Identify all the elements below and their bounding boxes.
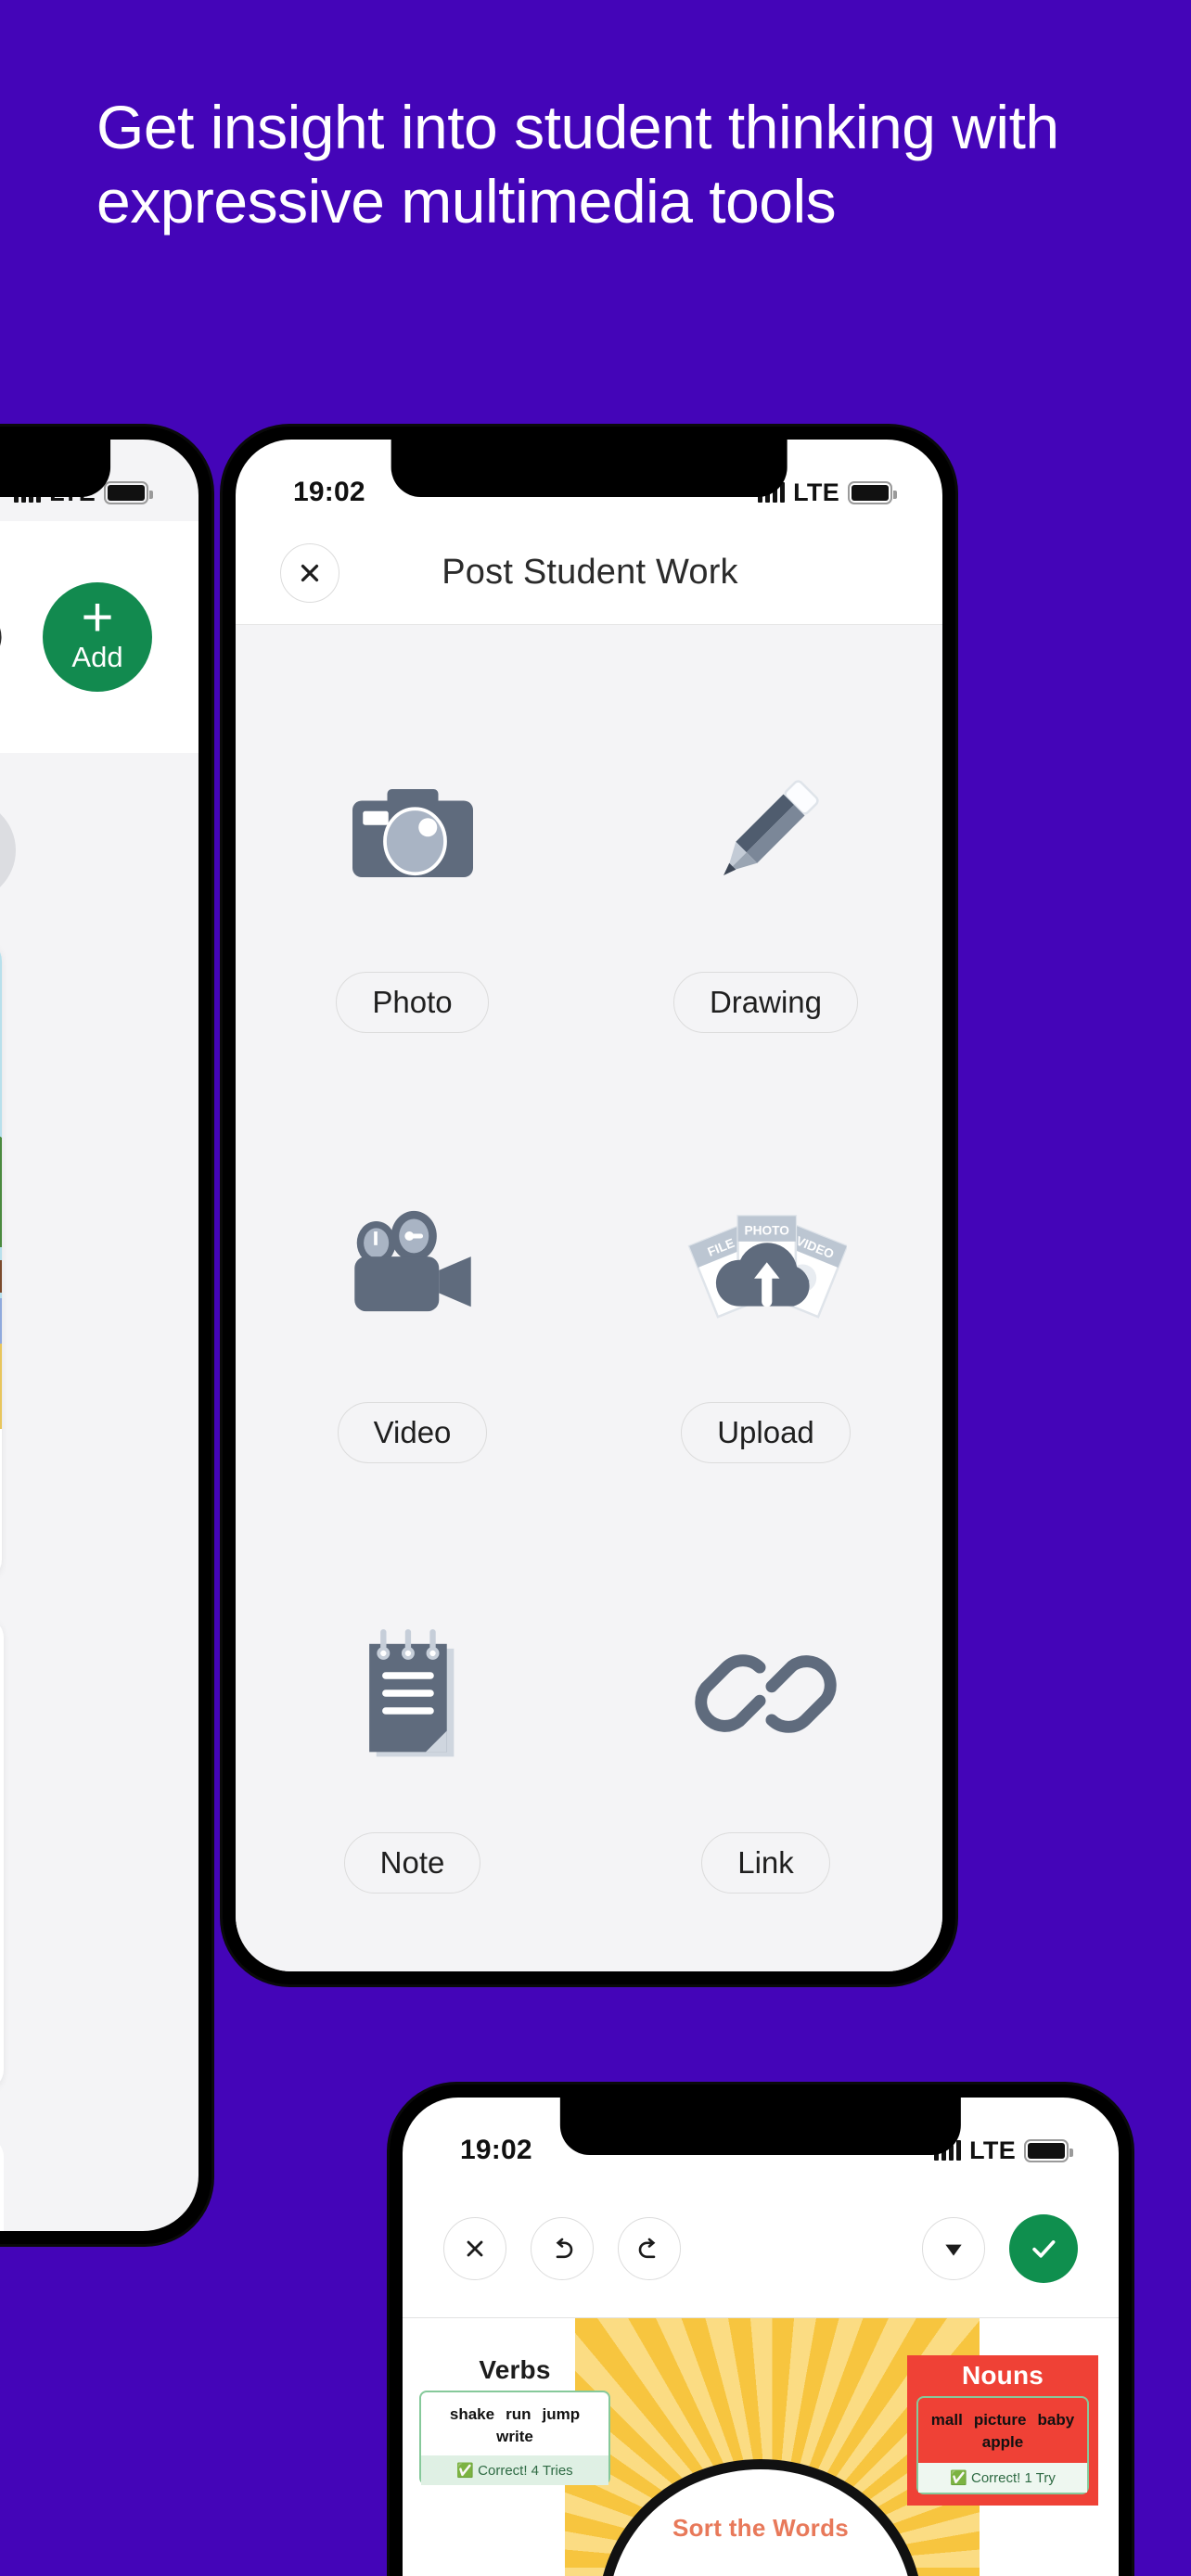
post-options-body: Photo Drawing Video FILE VIDEO PHOTO Upl… xyxy=(236,625,942,1971)
page-headline: Get insight into student thinking with e… xyxy=(96,93,1059,236)
option-video[interactable]: Video xyxy=(236,1124,589,1532)
phone-main-mockup: 19:02 LTE Post Student Work Photo Drawin… xyxy=(223,427,955,1984)
chain-link-icon xyxy=(589,1554,942,1832)
word-chip[interactable]: baby xyxy=(1038,2411,1075,2429)
phone-left-screen: LTE + Add xyxy=(0,440,198,2231)
status-time: 19:02 xyxy=(293,477,365,507)
undo-icon[interactable] xyxy=(531,2216,594,2280)
list-item[interactable] xyxy=(0,1617,4,2090)
word-chip[interactable]: write xyxy=(496,2428,533,2446)
activity-canvas[interactable]: Verbs shake run jump write ✅ Correct! 4 … xyxy=(403,2318,1119,2576)
word-chip[interactable]: mall xyxy=(931,2411,963,2429)
word-chip[interactable]: apple xyxy=(982,2433,1023,2452)
refresh-icon[interactable] xyxy=(0,605,6,670)
network-label: LTE xyxy=(969,2136,1016,2164)
redo-icon[interactable] xyxy=(618,2216,681,2280)
add-button[interactable]: + Add xyxy=(43,582,152,692)
cloud-upload-icon: FILE VIDEO PHOTO xyxy=(589,1124,942,1402)
option-photo[interactable]: Photo xyxy=(236,694,589,1102)
battery-full-icon xyxy=(848,480,897,504)
option-label[interactable]: Drawing xyxy=(672,972,859,1033)
category-panel-nouns[interactable]: Nouns mall picture baby apple ✅ Correct!… xyxy=(907,2355,1098,2506)
dropdown-caret-icon[interactable] xyxy=(922,2216,985,2280)
pencil-icon xyxy=(589,694,942,972)
view-toggle[interactable] xyxy=(0,799,16,901)
submit-button[interactable] xyxy=(1009,2213,1078,2283)
option-label[interactable]: Video xyxy=(337,1402,488,1463)
camera-icon xyxy=(236,694,589,972)
option-label[interactable]: Note xyxy=(343,1832,481,1894)
notch xyxy=(559,2098,962,2155)
option-upload[interactable]: FILE VIDEO PHOTO Upload xyxy=(589,1124,942,1532)
left-phone-topbar: + Add xyxy=(0,521,198,753)
option-label[interactable]: Photo xyxy=(336,972,489,1033)
list-item[interactable] xyxy=(0,2136,4,2231)
close-button[interactable] xyxy=(280,542,339,603)
panel-title: Nouns xyxy=(961,2361,1044,2390)
word-list: shake run jump write xyxy=(430,2405,599,2446)
battery-full-icon xyxy=(104,480,153,504)
notepad-icon xyxy=(236,1554,589,1832)
phone-main-screen: 19:02 LTE Post Student Work Photo Drawin… xyxy=(236,440,942,1971)
notch xyxy=(391,440,788,497)
category-panel-verbs[interactable]: Verbs shake run jump write ✅ Correct! 4 … xyxy=(419,2355,610,2485)
word-chip[interactable]: shake xyxy=(450,2405,494,2424)
calendar-view-icon[interactable] xyxy=(0,825,10,875)
close-button[interactable] xyxy=(443,2216,506,2280)
panel-word-box[interactable]: shake run jump write ✅ Correct! 4 Tries xyxy=(419,2391,610,2485)
add-button-label: Add xyxy=(71,641,123,673)
status-time: 19:02 xyxy=(460,2135,532,2165)
plus-icon: + xyxy=(81,586,114,648)
editor-toolbar xyxy=(403,2179,1119,2318)
status-badge: ✅ Correct! 4 Tries xyxy=(421,2455,608,2485)
option-link[interactable]: Link xyxy=(589,1554,942,1962)
word-chip[interactable]: jump xyxy=(542,2405,580,2424)
word-list: mall picture baby apple xyxy=(928,2411,1078,2452)
status-badge: ✅ Correct! 1 Try xyxy=(918,2463,1087,2493)
word-chip[interactable]: run xyxy=(506,2405,531,2424)
option-label[interactable]: Link xyxy=(701,1832,830,1894)
notch xyxy=(0,440,110,497)
option-note[interactable]: Note xyxy=(236,1554,589,1962)
phone-bottom-screen: 19:02 LTE Verbs shake run jump write ✅ C… xyxy=(403,2098,1119,2576)
modal-header: Post Student Work xyxy=(236,521,942,625)
word-chip[interactable]: picture xyxy=(974,2411,1027,2429)
panel-word-box[interactable]: mall picture baby apple ✅ Correct! 1 Try xyxy=(916,2396,1089,2494)
post-options-grid: Photo Drawing Video FILE VIDEO PHOTO Upl… xyxy=(236,694,942,1962)
list-item[interactable]: 10¢ xyxy=(0,940,2,1580)
battery-full-icon xyxy=(1024,2138,1073,2162)
activity-title: Sort the Words xyxy=(672,2514,850,2542)
svg-text:PHOTO: PHOTO xyxy=(745,1223,790,1237)
option-label[interactable]: Upload xyxy=(681,1402,851,1463)
network-label: LTE xyxy=(793,478,839,506)
panel-title: Verbs xyxy=(479,2355,551,2384)
phone-left-mockup: LTE + Add xyxy=(0,427,211,2244)
option-drawing[interactable]: Drawing xyxy=(589,694,942,1102)
page-title: Post Student Work xyxy=(442,553,738,592)
phone-bottom-mockup: 19:02 LTE Verbs shake run jump write ✅ C… xyxy=(390,2085,1132,2576)
video-camera-icon xyxy=(236,1124,589,1402)
card-illustration xyxy=(0,940,2,1580)
